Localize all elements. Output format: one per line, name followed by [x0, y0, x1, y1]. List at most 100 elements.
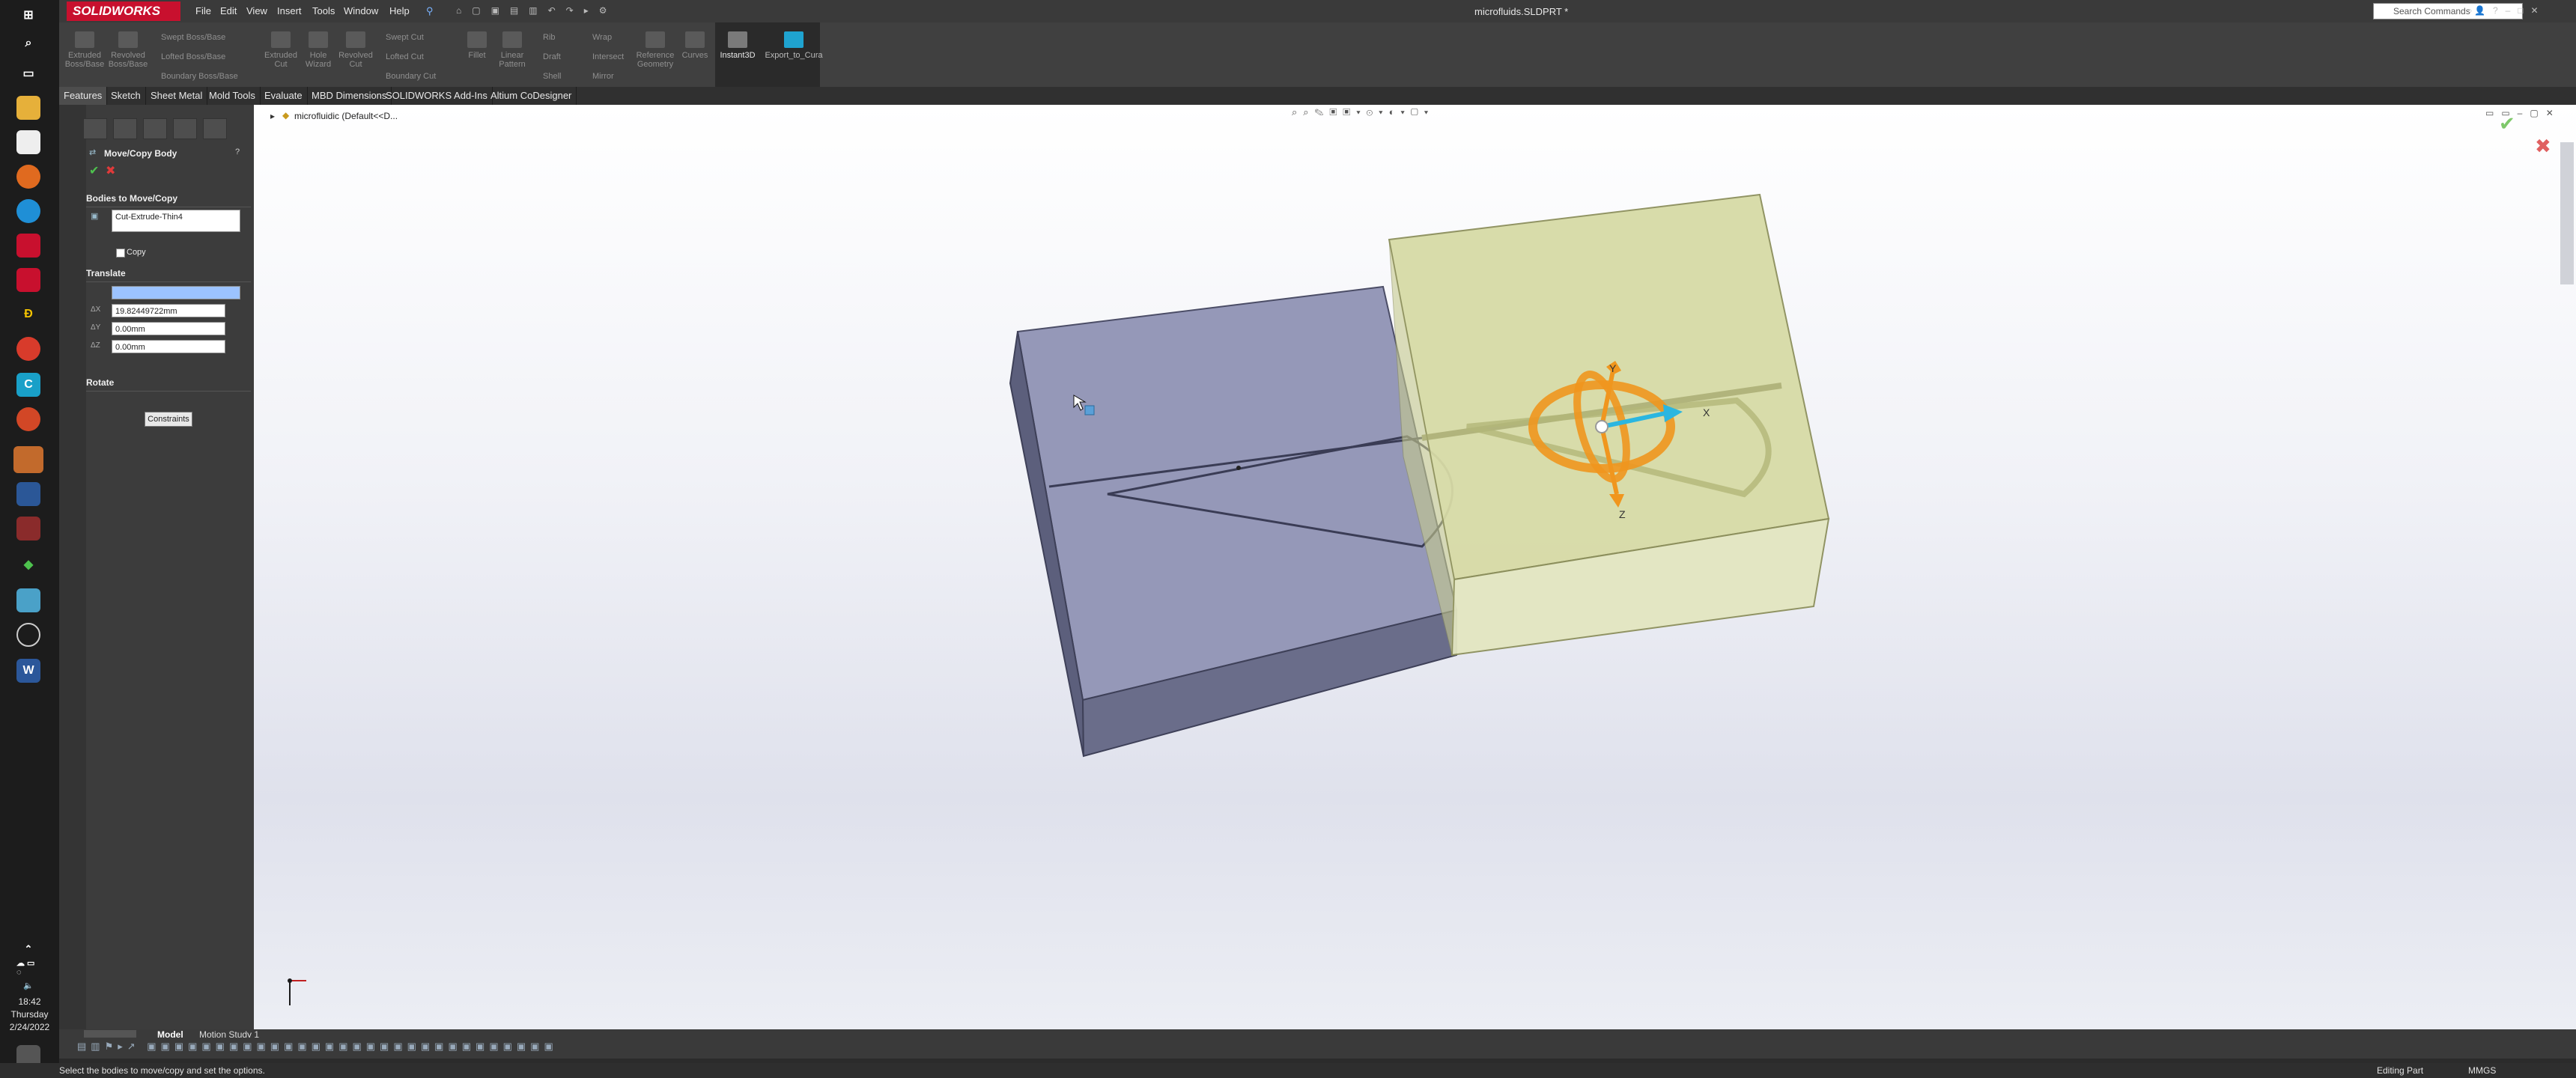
- pin-icon[interactable]: ⚲: [426, 5, 434, 17]
- revolve-cut-icon: [346, 31, 365, 48]
- hole-wizard-button[interactable]: Hole Wizard: [297, 31, 339, 69]
- curves-icon: [685, 31, 705, 48]
- ref-triad-origin: [288, 978, 292, 983]
- copy-checkbox[interactable]: [116, 249, 125, 258]
- volume-icon[interactable]: 🔈: [16, 973, 40, 997]
- app-icon[interactable]: Ð: [16, 302, 40, 326]
- app-red-icon[interactable]: [16, 337, 40, 361]
- menu-file[interactable]: File: [195, 5, 211, 16]
- reference-geometry-button[interactable]: Reference Geometry: [633, 31, 678, 69]
- search-icon[interactable]: ⌕: [2467, 5, 2473, 16]
- selection-filter-toolbar[interactable]: ▤▥⚑▸↗ ▣▣▣▣▣▣▣▣▣▣▣▣▣▣▣▣▣▣▣▣▣▣▣▣▣▣▣▣▣▣: [77, 1041, 558, 1053]
- outlook-active-icon[interactable]: [13, 446, 43, 473]
- window-controls[interactable]: 👤?–□✕: [2474, 5, 2546, 16]
- lofted-boss-button[interactable]: Lofted Boss/Base: [161, 52, 225, 61]
- body-item[interactable]: Cut-Extrude-Thin4: [115, 213, 183, 222]
- property-manager-icon[interactable]: [113, 118, 137, 139]
- solidworks-3-icon[interactable]: [16, 517, 40, 540]
- tab-sheet-metal[interactable]: Sheet Metal: [146, 87, 208, 105]
- solidworks-logo[interactable]: SOLIDWORKS: [67, 1, 180, 21]
- notepad-icon[interactable]: [16, 130, 40, 154]
- menu-insert[interactable]: Insert: [277, 5, 302, 16]
- teams-icon[interactable]: [16, 482, 40, 506]
- search-icon[interactable]: ⌕: [16, 31, 40, 55]
- dz-icon: ΔZ: [91, 341, 100, 350]
- graphics-area[interactable]: ▸ ◆ microfluidic (Default<<D... ⌕⌕✎▣▣▾⊙▾…: [254, 105, 2576, 1029]
- extruded-cut-button[interactable]: Extruded Cut: [260, 31, 302, 69]
- swept-boss-button[interactable]: Swept Boss/Base: [161, 33, 225, 42]
- translate-reference-field[interactable]: [112, 286, 240, 299]
- status-mode: Editing Part: [2377, 1065, 2424, 1076]
- mirror-button[interactable]: Mirror: [592, 72, 614, 81]
- shell-button[interactable]: Shell: [543, 72, 561, 81]
- delta-z-input[interactable]: 0.00mm: [112, 340, 225, 353]
- wrap-button[interactable]: Wrap: [592, 33, 612, 42]
- tab-solidworks-addins[interactable]: SOLIDWORKS Add-Ins: [381, 87, 493, 105]
- fillet-button[interactable]: Fillet: [462, 31, 492, 60]
- menu-tools[interactable]: Tools: [312, 5, 335, 16]
- rotate-group-header[interactable]: Rotate: [86, 377, 251, 392]
- status-units[interactable]: MMGS: [2468, 1063, 2496, 1078]
- export-to-cura-button[interactable]: Export_to_Cura: [765, 31, 823, 60]
- boundary-cut-button[interactable]: Boundary Cut: [386, 72, 436, 81]
- revolved-boss-button[interactable]: Revolved Boss/Base: [107, 31, 149, 69]
- extruded-boss-button[interactable]: Extruded Boss/Base: [64, 31, 106, 69]
- task-view-icon[interactable]: ▭: [16, 61, 40, 85]
- cancel-x-icon[interactable]: ✖: [106, 163, 115, 178]
- windows-start-icon[interactable]: ⊞: [16, 3, 40, 27]
- intersect-button[interactable]: Intersect: [592, 52, 624, 61]
- cura-icon: [784, 31, 804, 48]
- delta-x-input[interactable]: 19.82449722mm: [112, 304, 225, 317]
- powerpoint-icon[interactable]: [16, 407, 40, 431]
- menu-edit[interactable]: Edit: [220, 5, 237, 16]
- feature-manager-icon[interactable]: [83, 118, 107, 139]
- translate-group-header[interactable]: Translate: [86, 268, 251, 282]
- instant3d-button[interactable]: Instant3D Export_to_Cura: [715, 22, 823, 87]
- tab-sketch[interactable]: Sketch: [106, 87, 146, 105]
- help-icon[interactable]: ?: [235, 147, 240, 156]
- menu-view[interactable]: View: [246, 5, 267, 16]
- copy-label: Copy: [127, 248, 146, 257]
- dimxpert-icon[interactable]: [173, 118, 197, 139]
- title-menu-bar: SOLIDWORKS File Edit View Insert Tools W…: [59, 0, 2576, 23]
- tab-altium-codesigner[interactable]: Altium CoDesigner: [486, 87, 577, 105]
- delta-y-input[interactable]: 0.00mm: [112, 322, 225, 335]
- boundary-boss-button[interactable]: Boundary Boss/Base: [161, 72, 238, 81]
- app-green-icon[interactable]: ◆: [16, 552, 40, 576]
- tab-mold-tools[interactable]: Mold Tools: [204, 87, 261, 105]
- quick-access-toolbar[interactable]: ⌂▢▣▤▥↶↷▸⚙: [456, 5, 618, 16]
- swept-cut-button[interactable]: Swept Cut: [386, 33, 424, 42]
- lofted-cut-button[interactable]: Lofted Cut: [386, 52, 424, 61]
- cursor-body-icon: [1084, 405, 1095, 415]
- menu-help[interactable]: Help: [389, 5, 410, 16]
- curves-button[interactable]: Curves: [678, 31, 712, 60]
- linear-pattern-button[interactable]: Linear Pattern: [493, 31, 531, 69]
- ok-check-icon[interactable]: ✔: [89, 163, 99, 178]
- status-bar: Select the bodies to move/copy and set t…: [0, 1063, 2576, 1078]
- model-viewport[interactable]: Y X Z: [254, 105, 2576, 1029]
- display-manager-icon[interactable]: [203, 118, 227, 139]
- menu-window[interactable]: Window: [344, 5, 378, 16]
- firefox-icon[interactable]: [16, 165, 40, 189]
- tab-mbd-dimensions[interactable]: MBD Dimensions: [307, 87, 392, 105]
- clock-app-icon[interactable]: [16, 623, 40, 647]
- solidworks-icon[interactable]: [16, 234, 40, 258]
- constraints-button[interactable]: Constraints: [145, 412, 192, 427]
- rib-button[interactable]: Rib: [543, 33, 556, 42]
- bodies-group-header[interactable]: Bodies to Move/Copy: [86, 193, 251, 207]
- taskbar-clock[interactable]: 18:42 Thursday 2/24/2022: [0, 996, 59, 1034]
- c-app-icon[interactable]: C: [16, 373, 40, 397]
- file-explorer-icon[interactable]: [16, 96, 40, 120]
- bodies-selection-box[interactable]: Cut-Extrude-Thin4: [112, 210, 240, 232]
- fillet-icon: [467, 31, 487, 48]
- draft-button[interactable]: Draft: [543, 52, 561, 61]
- tab-evaluate[interactable]: Evaluate: [260, 87, 308, 105]
- property-manager: Move/Copy Body ⇄ ? ✔ ✖ Bodies to Move/Co…: [59, 105, 260, 1029]
- solidworks-2-icon[interactable]: [16, 268, 40, 292]
- configuration-manager-icon[interactable]: [143, 118, 167, 139]
- revolved-cut-button[interactable]: Revolved Cut: [335, 31, 377, 69]
- word-icon[interactable]: W: [16, 659, 40, 683]
- edge-icon[interactable]: [16, 199, 40, 223]
- app-cyan-icon[interactable]: [16, 588, 40, 612]
- tab-features[interactable]: Features: [59, 87, 108, 105]
